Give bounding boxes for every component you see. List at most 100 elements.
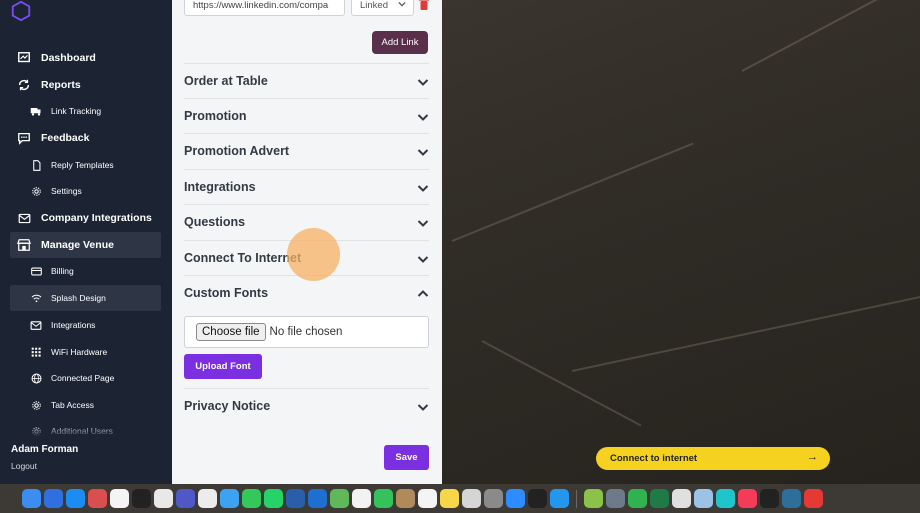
mail-icon: [30, 319, 42, 331]
connect-to-internet-button[interactable]: Connect to internet →: [596, 447, 830, 470]
section-promotion-advert[interactable]: Promotion Advert: [184, 133, 429, 168]
globe-icon: [30, 372, 42, 384]
choose-file-button[interactable]: Choose file: [196, 323, 266, 341]
toggle-icon[interactable]: [804, 489, 823, 508]
sidebar-item-label: Connected Page: [51, 373, 115, 383]
sidebar-item-company-integrations[interactable]: Company Integrations: [10, 205, 161, 231]
sidebar-item-integrations[interactable]: Integrations: [10, 312, 161, 338]
bolt-icon[interactable]: [528, 489, 547, 508]
sidebar-item-connected-page[interactable]: Connected Page: [10, 365, 161, 391]
link-type-select[interactable]: Linked: [351, 0, 414, 16]
click-highlight: [287, 228, 340, 281]
sidebar-item-tab-access[interactable]: Tab Access: [10, 392, 161, 418]
user-name: Adam Forman: [11, 444, 79, 455]
shortcuts-icon[interactable]: [672, 489, 691, 508]
chevron-down-icon: [417, 110, 429, 122]
arrow-right-icon: →: [807, 451, 818, 463]
contacts-icon[interactable]: [396, 489, 415, 508]
chrome-icon[interactable]: [198, 489, 217, 508]
sidebar-item-label: Company Integrations: [41, 212, 152, 224]
chevron-down-icon: [398, 0, 406, 10]
terminal-icon[interactable]: [760, 489, 779, 508]
sidebar-item-dashboard[interactable]: Dashboard: [10, 45, 161, 71]
logout-link[interactable]: Logout: [11, 461, 37, 471]
outlook-icon[interactable]: [308, 489, 327, 508]
sidebar-item-label: Link Tracking: [51, 106, 102, 116]
macos-dock: [0, 484, 920, 513]
notes-icon[interactable]: [440, 489, 459, 508]
truck-icon: [30, 105, 42, 117]
slack-icon[interactable]: [154, 489, 173, 508]
document-icon: [30, 159, 42, 171]
preview-icon[interactable]: [606, 489, 625, 508]
script-icon[interactable]: [462, 489, 481, 508]
music-icon[interactable]: [738, 489, 757, 508]
maps-icon[interactable]: [330, 489, 349, 508]
sidebar-item-label: Reply Templates: [51, 160, 114, 170]
excel-icon[interactable]: [650, 489, 669, 508]
sidebar-item-label: Feedback: [41, 132, 90, 144]
calendar-icon[interactable]: [110, 489, 129, 508]
sidebar-item-billing[interactable]: Billing: [10, 258, 161, 284]
sidebar-item-reply-templates[interactable]: Reply Templates: [10, 152, 161, 178]
font-file-input[interactable]: Choose file No file chosen: [184, 316, 429, 348]
quicktime-icon[interactable]: [782, 489, 801, 508]
hexagon-logo-icon[interactable]: [10, 0, 32, 22]
sidebar-item-link-tracking[interactable]: Link Tracking: [10, 98, 161, 124]
sidebar-item-settings[interactable]: Settings: [10, 178, 161, 204]
sidebar-item-label: Splash Design: [51, 293, 106, 303]
numbers-icon[interactable]: [628, 489, 647, 508]
chat-icon: [16, 130, 32, 146]
sidebar-item-wifi-hardware[interactable]: WiFi Hardware: [10, 339, 161, 365]
sidebar-item-splash-design[interactable]: Splash Design: [10, 285, 161, 311]
chevron-down-icon: [417, 181, 429, 193]
mail-icon: [16, 210, 32, 226]
keychain-icon[interactable]: [694, 489, 713, 508]
section-promotion[interactable]: Promotion: [184, 98, 429, 133]
whatsapp-icon[interactable]: [264, 489, 283, 508]
splash-preview-background: [442, 0, 920, 484]
background-texture: [451, 142, 694, 242]
w-icon[interactable]: [584, 489, 603, 508]
clock-icon[interactable]: [132, 489, 151, 508]
chevron-down-icon: [417, 216, 429, 228]
sidebar-item-manage-venue[interactable]: Manage Venue: [10, 232, 161, 258]
sidebar-item-label: Reports: [41, 79, 81, 91]
chevron-down-icon: [417, 145, 429, 157]
safari-icon[interactable]: [220, 489, 239, 508]
facetime-icon[interactable]: [374, 489, 393, 508]
settings-icon[interactable]: [484, 489, 503, 508]
sidebar-item-reports[interactable]: Reports: [10, 72, 161, 98]
connect-label: Connect to internet: [610, 453, 698, 464]
sidebar-item-feedback[interactable]: Feedback: [10, 125, 161, 151]
launchpad-icon[interactable]: [88, 489, 107, 508]
section-order-at-table[interactable]: Order at Table: [184, 63, 429, 98]
photos-icon[interactable]: [352, 489, 371, 508]
section-label: Custom Fonts: [184, 286, 269, 300]
reminders-icon[interactable]: [418, 489, 437, 508]
mail-icon[interactable]: [44, 489, 63, 508]
trash-icon[interactable]: [419, 0, 429, 10]
canva-icon[interactable]: [716, 489, 735, 508]
appstore-icon[interactable]: [66, 489, 85, 508]
wifi-icon: [30, 292, 42, 304]
zoom-icon[interactable]: [506, 489, 525, 508]
save-button[interactable]: Save: [384, 445, 429, 470]
finder-icon[interactable]: [22, 489, 41, 508]
section-privacy-notice[interactable]: Privacy Notice: [184, 388, 429, 423]
teams-icon[interactable]: [176, 489, 195, 508]
section-label: Order at Table: [184, 74, 268, 88]
background-texture: [481, 340, 642, 427]
section-label: Questions: [184, 215, 246, 229]
docker-icon[interactable]: [550, 489, 569, 508]
sidebar: Dashboard Reports Link Tracking Feedback Rep…: [0, 0, 172, 484]
link-url-input[interactable]: https://www.linkedin.com/compa: [184, 0, 345, 16]
messages-icon[interactable]: [242, 489, 261, 508]
chevron-up-icon: [417, 287, 429, 299]
upload-font-button[interactable]: Upload Font: [184, 354, 262, 379]
add-link-button[interactable]: Add Link: [372, 31, 428, 54]
background-texture: [571, 295, 920, 372]
word-icon[interactable]: [286, 489, 305, 508]
dashboard-icon: [16, 50, 32, 66]
section-integrations[interactable]: Integrations: [184, 169, 429, 204]
